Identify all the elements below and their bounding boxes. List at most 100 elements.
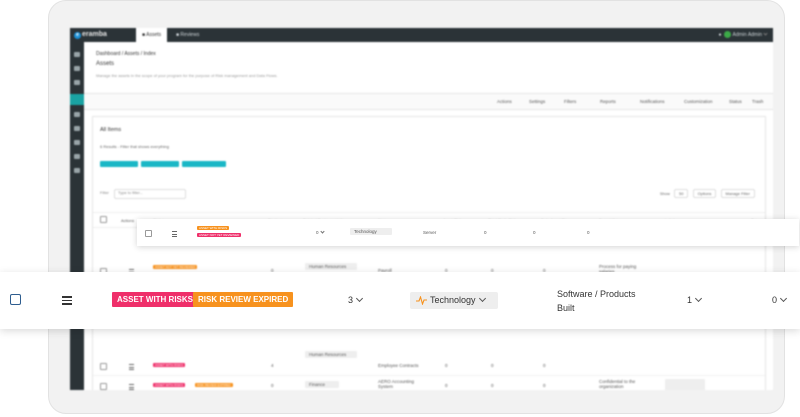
card-subtitle: 6 Results - Filter that shows everything	[100, 144, 169, 149]
data-flow-value[interactable]: 0	[543, 383, 546, 388]
asset-name[interactable]: Software / Products Built	[557, 287, 649, 315]
table-row[interactable]: ASSET WITH RISKS RISK REVIEW EXPIRED 0 F…	[93, 375, 765, 390]
highlighted-row[interactable]: ASSET WITH RISKS RISK REVIEW EXPIRED 3 T…	[0, 272, 800, 329]
page-size-select[interactable]: 50	[674, 189, 689, 198]
chevron-down-icon	[319, 229, 325, 234]
filter-label: Filter	[100, 190, 109, 195]
menu-icon[interactable]	[172, 231, 177, 237]
menu-notifications[interactable]: Notifications	[640, 99, 665, 104]
filter-placeholder: Type to filter...	[118, 190, 143, 195]
description-text: Confidential to the organization	[599, 379, 636, 389]
asset-name[interactable]: Employee Contracts	[378, 363, 419, 368]
shield-icon[interactable]	[74, 140, 80, 145]
chart-icon[interactable]	[74, 52, 80, 57]
device-frame: e eramba ■ Assets ■ Reviews ● Admin Admin …	[48, 0, 785, 414]
filter-button-2[interactable]	[141, 161, 179, 167]
person-icon[interactable]	[74, 168, 80, 173]
data-flow-value[interactable]: 0	[587, 230, 590, 235]
status-tag: ASSET WITH RISKS	[153, 363, 186, 367]
reviews-value[interactable]: 0	[316, 229, 325, 235]
manage-filter-label: Manage Filter	[725, 191, 750, 196]
third-party-risk-value[interactable]: 0	[491, 363, 494, 368]
chevron-down-icon	[478, 294, 486, 303]
asset-with-risks-tag: ASSET WITH RISKS	[112, 292, 199, 307]
th-actions[interactable]: Actions	[121, 218, 134, 223]
asset-risk-value[interactable]: 0	[484, 230, 487, 235]
filter-button-1[interactable]	[100, 161, 138, 167]
business-unit-text: Technology	[430, 295, 476, 305]
chevron-down-icon	[763, 31, 768, 36]
reviews-number: 0	[316, 230, 319, 235]
menu-status[interactable]: Status	[729, 99, 742, 104]
file-icon[interactable]	[74, 112, 80, 117]
breadcrumb[interactable]: Dashboard / Assets / Index	[96, 51, 156, 57]
status-tag: RISK REVIEW EXPIRED	[195, 383, 233, 387]
filter-input[interactable]: Type to filter...	[114, 189, 186, 199]
status-tag: ASSET NOT YET REVIEWED	[153, 265, 198, 269]
sidebar	[70, 42, 84, 390]
copy-icon[interactable]	[74, 66, 80, 71]
doc-icon[interactable]	[74, 154, 80, 159]
third-party-risk-value[interactable]: 0	[533, 230, 536, 235]
asset-name[interactable]: Server	[423, 230, 436, 235]
pulse-icon	[416, 296, 427, 305]
table-row[interactable]: ASSET WITH RISKS 4 Human Resources Emplo…	[93, 351, 765, 376]
row-checkbox[interactable]	[100, 383, 107, 390]
business-unit-label: Finance	[309, 382, 326, 387]
logo-icon: e	[74, 32, 81, 39]
menu-filters[interactable]: Filters	[564, 99, 576, 104]
menu-icon[interactable]	[62, 296, 72, 305]
options-button[interactable]: Options	[692, 189, 717, 198]
tab-assets[interactable]: ■ Assets	[136, 28, 168, 42]
menu-trash[interactable]: Trash	[752, 99, 763, 104]
avatar	[723, 31, 731, 38]
status-tag: ASSET NOT YET REVIEWED	[197, 233, 242, 237]
tab-reviews[interactable]: ■ Reviews	[170, 28, 205, 42]
business-unit-label: Human Resources	[309, 352, 347, 357]
label-field[interactable]	[665, 379, 705, 390]
menu-icon[interactable]	[129, 364, 134, 370]
row-checkbox[interactable]	[10, 294, 21, 305]
card-title: All Items	[100, 127, 122, 133]
row-checkbox[interactable]	[100, 363, 107, 370]
reviews-value[interactable]: 0	[271, 383, 274, 388]
users-icon[interactable]	[74, 80, 80, 85]
menu-actions[interactable]: Actions	[497, 99, 512, 104]
data-flow-value[interactable]: 0	[543, 363, 546, 368]
bell-icon[interactable]: ●	[719, 32, 722, 38]
business-unit-label: Human Resources	[309, 264, 347, 269]
business-unit-chip[interactable]: Technology	[410, 292, 498, 309]
home-icon[interactable]	[70, 94, 84, 105]
logo-text: eramba	[82, 31, 107, 38]
status-tag: ASSET WITH RISKS	[153, 383, 186, 387]
asset-name[interactable]: AERO Accounting System	[378, 379, 428, 389]
table-controls: Show 50 Options Manage Filter	[660, 189, 755, 198]
all-items-card: All Items 6 Results - Filter that shows …	[92, 116, 766, 390]
business-unit-label: Technology	[430, 294, 486, 305]
menu-customization[interactable]: Customization	[684, 99, 713, 104]
app-screenshot: e eramba ■ Assets ■ Reviews ● Admin Admin …	[70, 28, 773, 390]
asset-risk-dropdown[interactable]: 1	[687, 294, 703, 305]
third-party-risk-dropdown[interactable]: 0	[772, 294, 788, 305]
filter-field: Filter Type to filter...	[100, 189, 210, 199]
main-content: Dashboard / Assets / Index Assets Manage…	[84, 42, 773, 390]
select-all-checkbox[interactable]	[100, 216, 107, 223]
asset-risk-value: 1	[687, 295, 693, 305]
top-bar: e eramba ■ Assets ■ Reviews ● Admin Admin	[70, 28, 773, 42]
user-menu[interactable]: ● Admin Admin	[719, 31, 768, 38]
reviews-value: 3	[348, 295, 354, 305]
asset-risk-value[interactable]: 0	[445, 363, 448, 368]
manage-filter-button[interactable]: Manage Filter	[720, 189, 755, 198]
menu-settings[interactable]: Settings	[529, 99, 545, 104]
menu-icon[interactable]	[129, 384, 134, 390]
third-party-risk-value[interactable]: 0	[491, 383, 494, 388]
menu-reports[interactable]: Reports	[600, 99, 616, 104]
asset-risk-value[interactable]: 0	[445, 383, 448, 388]
link-icon[interactable]	[74, 126, 80, 131]
floating-row-server[interactable]: ASSET WITH RISKS ASSET NOT YET REVIEWED …	[137, 219, 799, 246]
reviews-value[interactable]: 4	[271, 363, 274, 368]
filter-button-3[interactable]	[182, 161, 226, 167]
row-checkbox[interactable]	[145, 230, 152, 237]
page-size-value: 50	[679, 191, 684, 196]
reviews-dropdown[interactable]: 3	[348, 294, 364, 305]
